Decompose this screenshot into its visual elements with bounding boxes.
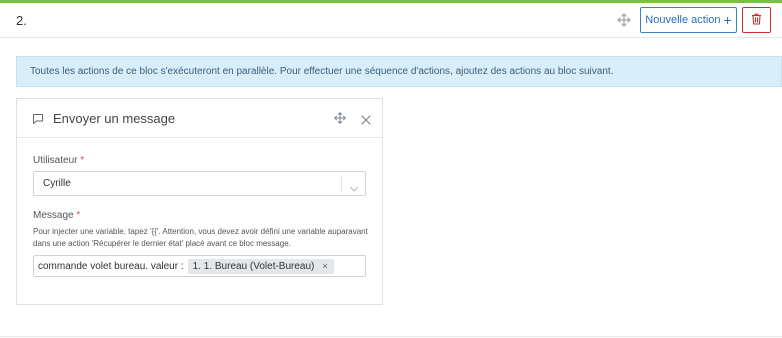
action-card-header: Envoyer un message	[17, 99, 382, 138]
message-help-text: Pour injecter une variable, tapez '{{'. …	[33, 227, 368, 248]
required-mark: *	[80, 155, 85, 166]
move-icon[interactable]	[616, 12, 632, 28]
chevron-down-icon[interactable]	[349, 180, 359, 192]
message-field-label: Message *	[33, 210, 81, 221]
message-icon	[32, 112, 44, 124]
new-action-label: Nouvelle action	[645, 14, 721, 26]
select-separator	[341, 177, 342, 191]
message-input-text: commande volet bureau. valeur :	[38, 260, 184, 272]
close-icon[interactable]	[361, 112, 371, 125]
parallel-info-alert: Toutes les actions de ce bloc s'exécuter…	[16, 56, 782, 87]
info-text: Toutes les actions de ce bloc s'exécuter…	[30, 66, 614, 77]
action-title: Envoyer un message	[53, 111, 176, 126]
bottom-divider	[0, 336, 782, 337]
message-input[interactable]: commande volet bureau. valeur : 1. 1. Bu…	[33, 255, 366, 277]
block-number: 2.	[16, 13, 27, 28]
action-card: Envoyer un message Utilisateur * Cyrille…	[16, 98, 383, 305]
required-mark: *	[76, 210, 81, 221]
variable-chip-label: 1. 1. Bureau (Volet-Bureau)	[192, 260, 315, 272]
block-header: 2. Nouvelle action +	[0, 3, 782, 38]
user-select[interactable]: Cyrille	[33, 171, 366, 196]
variable-chip[interactable]: 1. 1. Bureau (Volet-Bureau) ×	[187, 258, 334, 274]
move-icon[interactable]	[333, 111, 347, 125]
plus-icon: +	[723, 12, 732, 28]
trash-icon	[751, 13, 762, 28]
delete-block-button[interactable]	[742, 7, 771, 33]
user-field-label: Utilisateur *	[33, 155, 85, 166]
new-action-button[interactable]: Nouvelle action +	[640, 7, 737, 33]
user-select-value: Cyrille	[43, 178, 71, 189]
remove-chip-icon[interactable]: ×	[322, 261, 327, 271]
